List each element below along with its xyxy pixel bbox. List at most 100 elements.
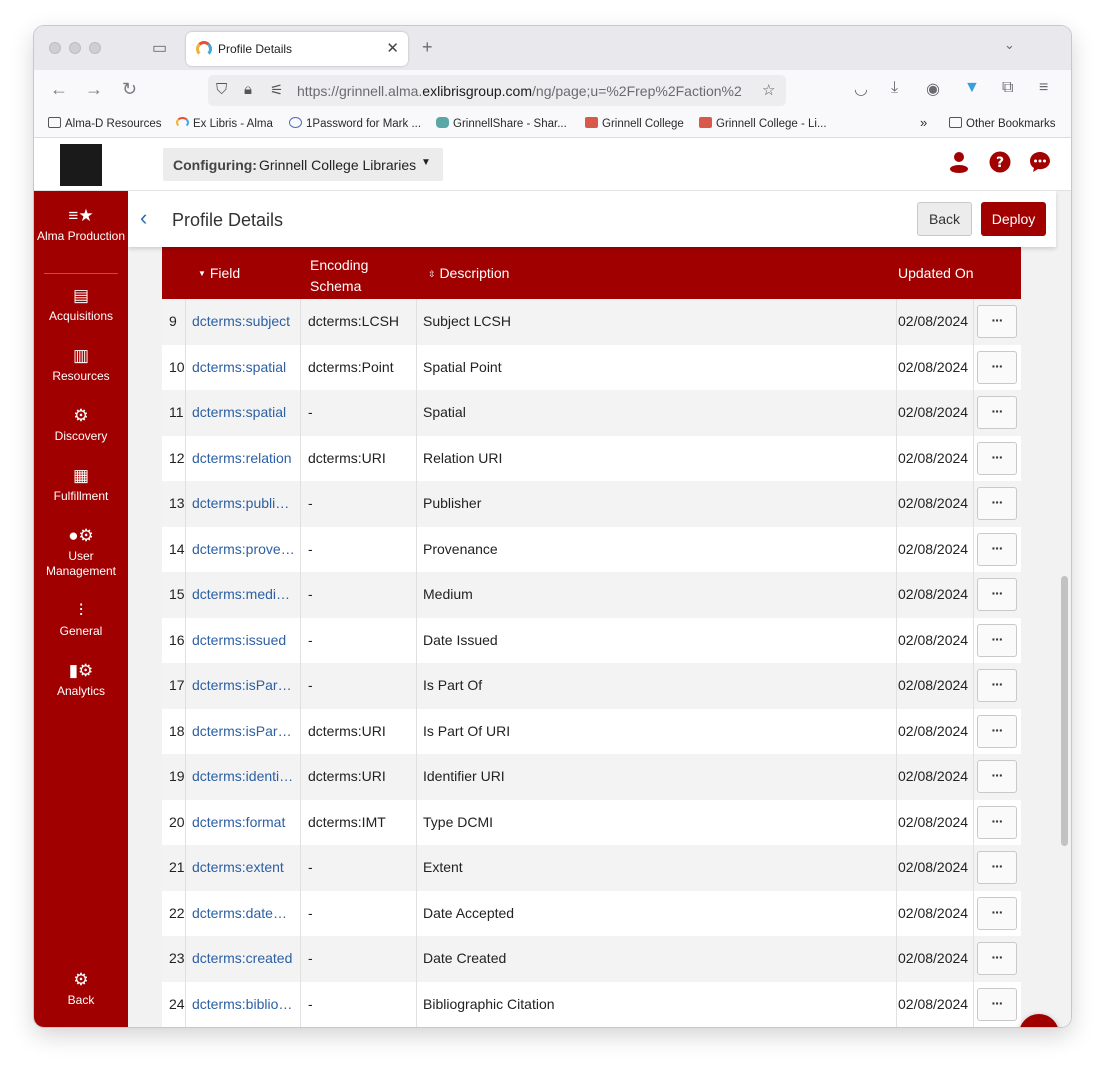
row-actions-button[interactable]: ··· (977, 305, 1017, 338)
sidebar-item-alma-production[interactable]: ≡★ Alma Production (34, 207, 128, 244)
tab-profile-details[interactable]: Profile Details ✕ (186, 32, 408, 66)
column-divider (300, 345, 301, 391)
chevron-left-icon[interactable]: ‹ (140, 205, 147, 231)
extension-v-icon[interactable]: ▼ (964, 79, 980, 97)
field-link[interactable]: dcterms:medi… (192, 586, 295, 602)
column-divider (896, 527, 897, 573)
field-link[interactable]: dcterms:created (192, 950, 295, 966)
field-link[interactable]: dcterms:prove… (192, 541, 295, 557)
encoding-schema: dcterms:IMT (308, 814, 386, 830)
field-link[interactable]: dcterms:dateA… (192, 905, 295, 921)
row-actions-button[interactable]: ··· (977, 533, 1017, 566)
field-link[interactable]: dcterms:spatial (192, 359, 295, 375)
sidebar-item-discovery[interactable]: ⚙ Discovery (34, 407, 128, 444)
scrollbar[interactable] (1060, 331, 1069, 1027)
bookmark-grinnell-college-libraries[interactable]: Grinnell College - Li... (699, 117, 827, 130)
field-link[interactable]: dcterms:isPart… (192, 723, 295, 739)
other-bookmarks[interactable]: Other Bookmarks (949, 117, 1055, 130)
table-row: 22 dcterms:dateA… - Date Accepted 02/08/2024… (162, 891, 1021, 937)
sidebar-item-resources[interactable]: ▥ Resources (34, 347, 128, 384)
column-divider (416, 709, 417, 755)
sidebar-item-analytics[interactable]: ▮⚙ Analytics (34, 662, 128, 699)
field-link[interactable]: dcterms:identi… (192, 768, 295, 784)
deploy-button[interactable]: Deploy (981, 202, 1046, 236)
column-divider (416, 436, 417, 482)
sidebar-item-general[interactable]: ⫶ General (34, 602, 128, 639)
reload-icon[interactable]: ↻ (122, 79, 137, 100)
user-icon[interactable] (948, 151, 970, 173)
column-header-encoding-schema[interactable]: Encoding Schema (310, 255, 368, 297)
row-actions-button[interactable]: ··· (977, 669, 1017, 702)
help-icon[interactable]: ? (989, 151, 1011, 173)
pocket-icon[interactable]: ◡ (854, 79, 868, 99)
bookmark-1password[interactable]: 1Password for Mark ... (289, 117, 421, 130)
bookmark-ex-libris-alma[interactable]: Ex Libris - Alma (176, 117, 273, 130)
column-header-updated-on[interactable]: Updated On (898, 265, 974, 281)
description: Identifier URI (423, 768, 505, 784)
zoom-window-button[interactable] (89, 42, 101, 54)
field-link[interactable]: dcterms:spatial (192, 404, 295, 420)
url-bar[interactable]: ⛉ 🔒︎ ⚟ https://grinnell.alma.exlibrisgro… (208, 75, 786, 106)
configuring-dropdown[interactable]: Configuring: Grinnell College Libraries … (163, 148, 443, 181)
sidebar-item-acquisitions[interactable]: ▤ Acquisitions (34, 287, 128, 324)
column-divider (300, 709, 301, 755)
column-divider (416, 982, 417, 1027)
field-link[interactable]: dcterms:isPart… (192, 677, 295, 693)
institution-logo[interactable] (60, 144, 102, 186)
menu-icon[interactable]: ≡ (1039, 79, 1048, 97)
encoding-schema: dcterms:URI (308, 450, 386, 466)
sidebar-back-button[interactable]: ⚙ Back (34, 971, 128, 1008)
row-actions-button[interactable]: ··· (977, 715, 1017, 748)
bookmark-grinnell-college[interactable]: Grinnell College (585, 117, 684, 130)
field-link[interactable]: dcterms:subject (192, 313, 295, 329)
tab-close-icon[interactable]: ✕ (386, 39, 399, 57)
minimize-window-button[interactable] (69, 42, 81, 54)
account-icon[interactable]: ◉ (926, 79, 940, 99)
row-actions-button[interactable]: ··· (977, 487, 1017, 520)
back-button[interactable]: Back (917, 202, 972, 236)
row-actions-button[interactable]: ··· (977, 942, 1017, 975)
downloads-icon[interactable]: ⤓ (891, 79, 898, 97)
sidebar-item-fulfillment[interactable]: ▦ Fulfillment (34, 467, 128, 504)
more-bookmarks-chevron-icon[interactable]: » (920, 115, 927, 130)
column-header-field[interactable]: ▼ Field (198, 265, 240, 281)
row-actions-button[interactable]: ··· (977, 806, 1017, 839)
gear-icon: ⚙ (73, 970, 89, 989)
row-actions-button[interactable]: ··· (977, 988, 1017, 1021)
row-actions-button[interactable]: ··· (977, 442, 1017, 475)
row-actions-button[interactable]: ··· (977, 578, 1017, 611)
column-header-description[interactable]: ⇳ Description (428, 265, 509, 281)
bookmark-star-icon[interactable]: ☆ (762, 81, 775, 99)
extensions-puzzle-icon[interactable]: ⧉ (1002, 79, 1013, 97)
bookmark-grinnellshare[interactable]: GrinnellShare - Shar... (436, 117, 567, 130)
field-link[interactable]: dcterms:publis… (192, 495, 295, 511)
field-link[interactable]: dcterms:issued (192, 632, 295, 648)
description: Extent (423, 859, 463, 875)
shield-icon[interactable]: ⛉ (216, 81, 227, 98)
tab-overview-icon[interactable]: ▭ (152, 38, 167, 58)
new-tab-button[interactable]: + (422, 37, 433, 58)
row-actions-button[interactable]: ··· (977, 897, 1017, 930)
row-actions-button[interactable]: ··· (977, 624, 1017, 657)
back-arrow-icon[interactable]: ← (50, 79, 68, 100)
encoding-schema: - (308, 632, 313, 648)
forward-arrow-icon[interactable]: → (85, 79, 103, 100)
field-link[interactable]: dcterms:relation (192, 450, 295, 466)
row-actions-button[interactable]: ··· (977, 396, 1017, 429)
column-divider (416, 527, 417, 573)
row-actions-button[interactable]: ··· (977, 851, 1017, 884)
table-row: 24 dcterms:biblio… - Bibliographic Citation… (162, 982, 1021, 1027)
close-window-button[interactable] (49, 42, 61, 54)
field-link[interactable]: dcterms:extent (192, 859, 295, 875)
field-link[interactable]: dcterms:biblio… (192, 996, 295, 1012)
row-actions-button[interactable]: ··· (977, 351, 1017, 384)
sidebar-item-user-management[interactable]: ●⚙ User Management (34, 527, 128, 579)
bookmark-alma-d-resources[interactable]: Alma-D Resources (48, 117, 162, 130)
permissions-icon[interactable]: ⚟ (270, 81, 283, 99)
field-link[interactable]: dcterms:format (192, 814, 295, 830)
row-actions-button[interactable]: ··· (977, 760, 1017, 793)
list-tabs-chevron-icon[interactable]: ⌄ (1004, 37, 1015, 53)
chat-icon[interactable] (1029, 151, 1051, 173)
lock-icon[interactable]: 🔒︎ (244, 81, 252, 98)
scrollbar-thumb[interactable] (1061, 576, 1068, 846)
